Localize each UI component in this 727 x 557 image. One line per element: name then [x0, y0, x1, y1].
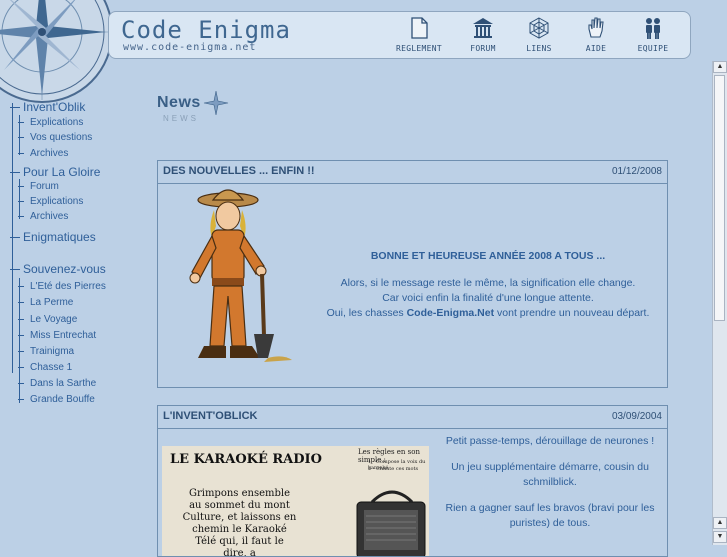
vertical-scrollbar[interactable]: ▲ ▲ ▼ — [712, 61, 727, 545]
site-title: Code Enigma — [121, 16, 291, 44]
nav-label: REGLEMENT — [395, 44, 443, 53]
item-label: L'Eté des Pierres — [30, 281, 106, 292]
section-label: Invent'Oblik — [23, 100, 86, 114]
item-label: Explications — [30, 117, 84, 128]
web-icon — [529, 17, 549, 39]
sidebar-section-souvenez-vous[interactable]: Souvenez-vous — [10, 262, 106, 276]
nav-reglement[interactable]: REGLEMENT — [389, 17, 449, 53]
item-label: Forum — [30, 181, 59, 192]
sidebar-item-miss-entrechat[interactable]: Miss Entrechat — [18, 330, 96, 341]
nav-forum[interactable]: FORUM — [453, 17, 513, 53]
item-label: Dans la Sarthe — [30, 378, 97, 389]
scroll-down-button[interactable]: ▼ — [713, 531, 727, 543]
news-post: DES NOUVELLES ... ENFIN !! 01/12/2008 BO… — [157, 160, 668, 388]
news-heading: News NEWS — [157, 90, 229, 123]
explorer-character-icon — [189, 189, 292, 362]
compass-logo-icon — [0, 0, 113, 103]
sidebar-section-pour-la-gloire[interactable]: Pour La Gloire — [10, 165, 100, 179]
post-line: Oui, les chasses Code-Enigma.Net vont pr… — [308, 306, 668, 321]
site-link-text: Code-Enigma.Net — [406, 307, 495, 319]
sidebar-item-explications[interactable]: Explications — [18, 117, 83, 128]
document-icon — [411, 17, 428, 39]
sidebar-item-le-voyage[interactable]: Le Voyage — [18, 314, 77, 325]
scroll-up-button[interactable]: ▲ — [713, 61, 727, 73]
post-header: DES NOUVELLES ... ENFIN !! 01/12/2008 — [158, 161, 667, 184]
item-label: Trainigma — [30, 346, 75, 357]
nav-equipe[interactable]: EQUIPE — [623, 17, 683, 53]
item-label: Explications — [30, 196, 84, 207]
item-label: Archives — [30, 148, 69, 159]
nav-label: AIDE — [585, 44, 607, 53]
post-date: 01/12/2008 — [611, 166, 662, 177]
sidebar-item-vos-questions[interactable]: Vos questions — [18, 132, 92, 143]
site-url: www.code-enigma.net — [123, 42, 257, 53]
post-date: 03/09/2004 — [611, 411, 662, 422]
sidebar-item-chasse-1[interactable]: Chasse 1 — [18, 362, 72, 373]
item-label: Chasse 1 — [30, 362, 73, 373]
radio-icon — [356, 490, 426, 556]
nav-liens[interactable]: LIENS — [509, 17, 569, 53]
sidebar-item-grande-bouffe[interactable]: Grande Bouffe — [18, 394, 95, 405]
nav-aide[interactable]: AIDE — [566, 17, 626, 53]
item-label: Vos questions — [30, 132, 93, 143]
star-icon — [203, 90, 228, 116]
item-label: Miss Entrechat — [30, 330, 97, 341]
sidebar-item-dans-la-sarthe[interactable]: Dans la Sarthe — [18, 378, 96, 389]
post-paragraph: Un jeu supplémentaire démarre, cousin du… — [451, 461, 649, 488]
item-label: La Perme — [30, 297, 74, 308]
nav-label: EQUIPE — [637, 44, 669, 53]
item-label: Grande Bouffe — [30, 394, 95, 405]
post-title: L'INVENT'OBLICK — [163, 410, 258, 422]
item-label: Archives — [30, 211, 69, 222]
item-label: Le Voyage — [30, 314, 78, 325]
section-label: Pour La Gloire — [23, 165, 101, 179]
scroll-thumb[interactable] — [714, 75, 725, 321]
sidebar-item-explications-2[interactable]: Explications — [18, 196, 83, 207]
sidebar-item-forum[interactable]: Forum — [18, 181, 59, 192]
post-text: vont prendre un nouveau départ. — [494, 307, 650, 319]
hand-icon — [588, 17, 604, 38]
header-bar: Code Enigma www.code-enigma.net REGLEMEN… — [108, 11, 691, 59]
post-body: BONNE ET HEUREUSE ANNÉE 2008 A TOUS ... … — [308, 249, 668, 321]
sidebar-section-inventoblik[interactable]: Invent'Oblik — [10, 100, 85, 114]
sidebar-item-ete-des-pierres[interactable]: L'Eté des Pierres — [18, 281, 106, 292]
post-headline: BONNE ET HEUREUSE ANNÉE 2008 A TOUS ... — [370, 250, 606, 262]
sidebar-item-archives-2[interactable]: Archives — [18, 211, 68, 222]
post-body: Petit passe-temps, dérouillage de neuron… — [433, 434, 667, 531]
post-line: Car voici enfin la finalité d'une longue… — [382, 292, 594, 304]
post-line: Alors, si le message reste le même, la s… — [340, 277, 636, 289]
section-label: Souvenez-vous — [23, 262, 106, 276]
section-label: Enigmatiques — [23, 230, 96, 244]
news-post: L'INVENT'OBLICK 03/09/2004 LE KARAOKÉ RA… — [157, 405, 668, 557]
image-heading: LE KARAOKÉ RADIO — [170, 452, 322, 467]
nav-label: LIENS — [526, 44, 552, 53]
people-icon — [646, 18, 660, 39]
post-header: L'INVENT'OBLICK 03/09/2004 — [158, 406, 667, 429]
post-paragraph: Petit passe-temps, dérouillage de neuron… — [445, 435, 655, 447]
news-title: News — [157, 94, 201, 111]
building-icon — [473, 18, 493, 38]
sidebar-item-la-perme[interactable]: La Perme — [18, 297, 73, 308]
sidebar-item-trainigma[interactable]: Trainigma — [18, 346, 74, 357]
post-text: Oui, les chasses — [326, 307, 407, 319]
karaoke-radio-image: LE KARAOKÉ RADIO Les règles en son simpl… — [162, 446, 429, 556]
sidebar-section-enigmatiques[interactable]: Enigmatiques — [10, 230, 96, 244]
image-body: Grimpons ensemble au sommet du mont Cult… — [182, 488, 297, 556]
nav-label: FORUM — [470, 44, 496, 53]
sidebar-item-archives[interactable]: Archives — [18, 148, 68, 159]
post-paragraph: Rien a gagner sauf les bravos (bravi pou… — [445, 502, 655, 529]
scroll-up-button-bottom[interactable]: ▲ — [713, 517, 727, 529]
image-rule: 2 - Chante ces mots — [368, 466, 419, 472]
post-title: DES NOUVELLES ... ENFIN !! — [163, 165, 315, 177]
